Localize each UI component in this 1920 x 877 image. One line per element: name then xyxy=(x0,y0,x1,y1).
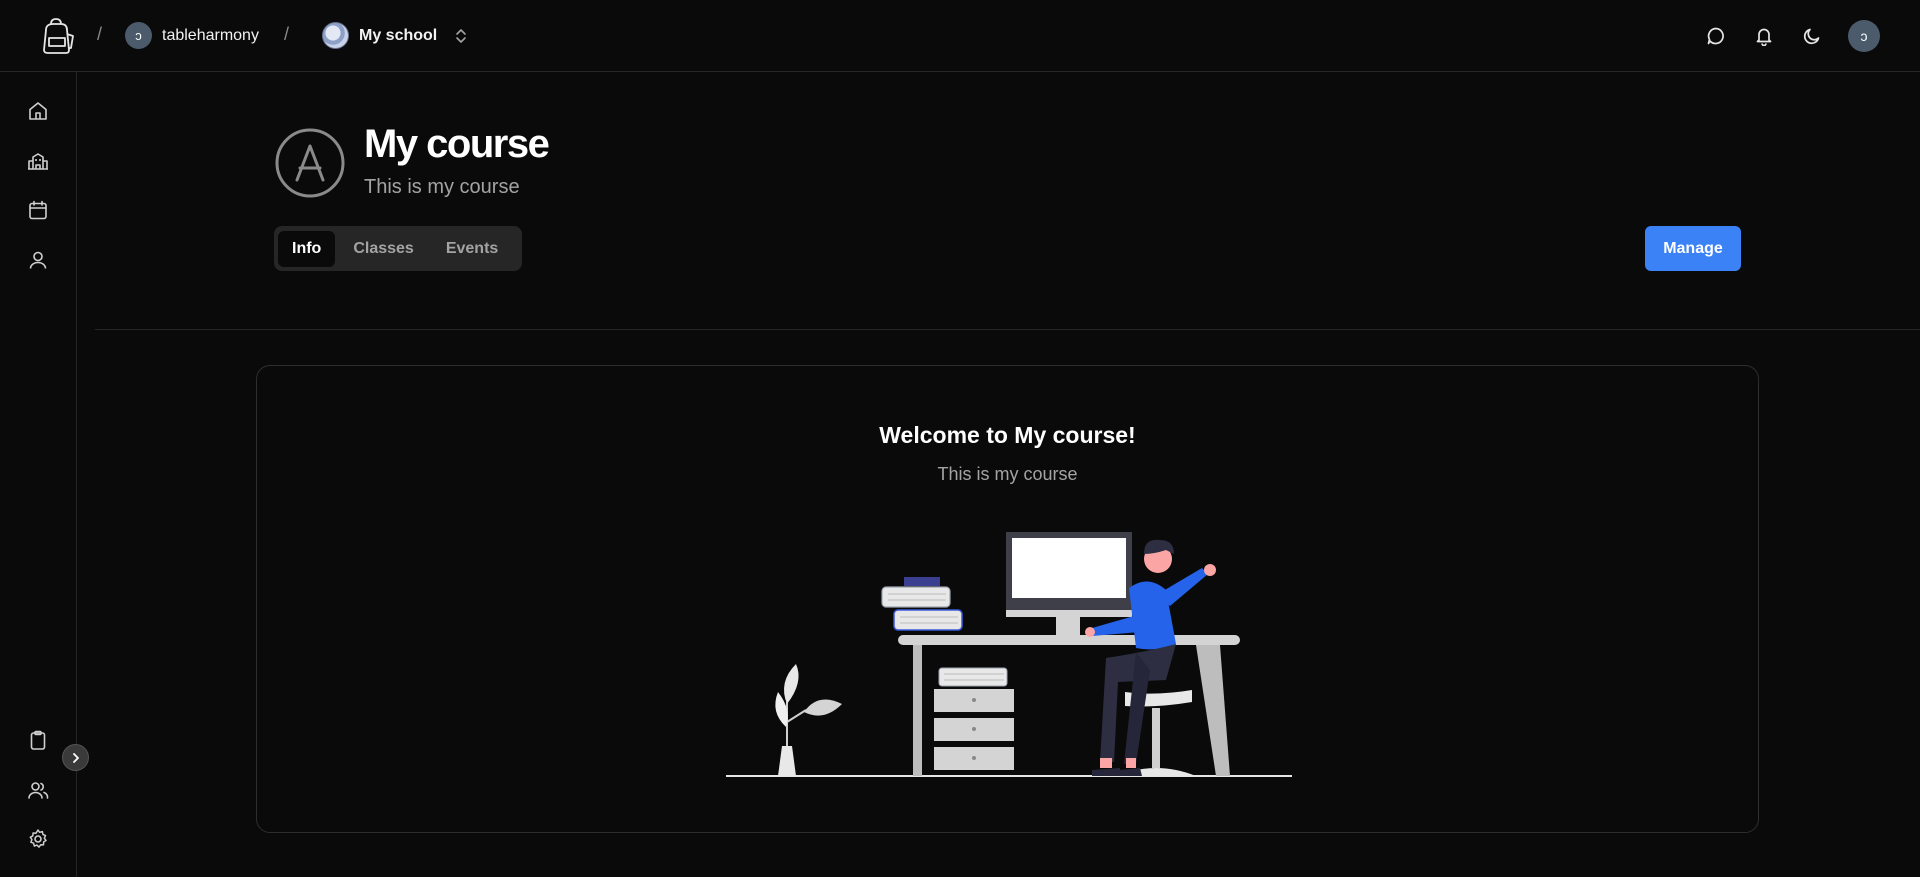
school-avatar xyxy=(322,22,349,49)
course-app-icon xyxy=(275,128,345,198)
clipboard-icon[interactable] xyxy=(26,728,50,752)
chat-icon[interactable] xyxy=(1704,24,1728,48)
tab-bar: Info Classes Events xyxy=(274,226,522,271)
tab-info[interactable]: Info xyxy=(278,230,336,267)
user-icon[interactable] xyxy=(26,248,50,272)
bell-icon[interactable] xyxy=(1752,24,1776,48)
manage-button[interactable]: Manage xyxy=(1645,226,1741,271)
logo-backpack-icon[interactable] xyxy=(36,16,76,56)
header-divider xyxy=(95,329,1920,330)
sidebar-expand-button[interactable] xyxy=(62,744,89,771)
page-subtitle: This is my course xyxy=(364,176,520,198)
breadcrumb-school[interactable]: My school xyxy=(322,22,437,49)
home-icon[interactable] xyxy=(26,99,50,123)
chevron-up-down-icon[interactable] xyxy=(452,26,470,46)
welcome-description: This is my course xyxy=(937,464,1078,484)
moon-icon[interactable] xyxy=(1800,24,1824,48)
sidebar xyxy=(0,72,89,877)
breadcrumb-user[interactable]: ɔ tableharmony xyxy=(125,22,259,49)
user-avatar[interactable]: ɔ xyxy=(1848,20,1880,52)
welcome-heading: Welcome to My course! xyxy=(879,422,1136,448)
settings-icon[interactable] xyxy=(26,827,50,851)
top-bar: / ɔ tableharmony / My school ɔ xyxy=(0,0,1920,72)
breadcrumb-user-label: tableharmony xyxy=(162,26,259,44)
page-title: My course xyxy=(364,122,550,166)
welcome-card: Welcome to My course! This is my course xyxy=(256,365,1759,833)
tab-classes[interactable]: Classes xyxy=(339,231,428,267)
tab-events[interactable]: Events xyxy=(432,231,512,267)
desk-illustration xyxy=(726,532,1292,777)
calendar-icon[interactable] xyxy=(26,198,50,222)
breadcrumb-school-label: My school xyxy=(359,26,438,44)
breadcrumb-separator: / xyxy=(284,24,290,44)
users-icon[interactable] xyxy=(26,778,50,802)
user-avatar-small: ɔ xyxy=(125,22,152,49)
breadcrumb-separator: / xyxy=(97,24,103,44)
school-icon[interactable] xyxy=(26,149,50,173)
chevron-right-icon xyxy=(72,752,79,763)
top-actions: ɔ xyxy=(1704,20,1880,52)
